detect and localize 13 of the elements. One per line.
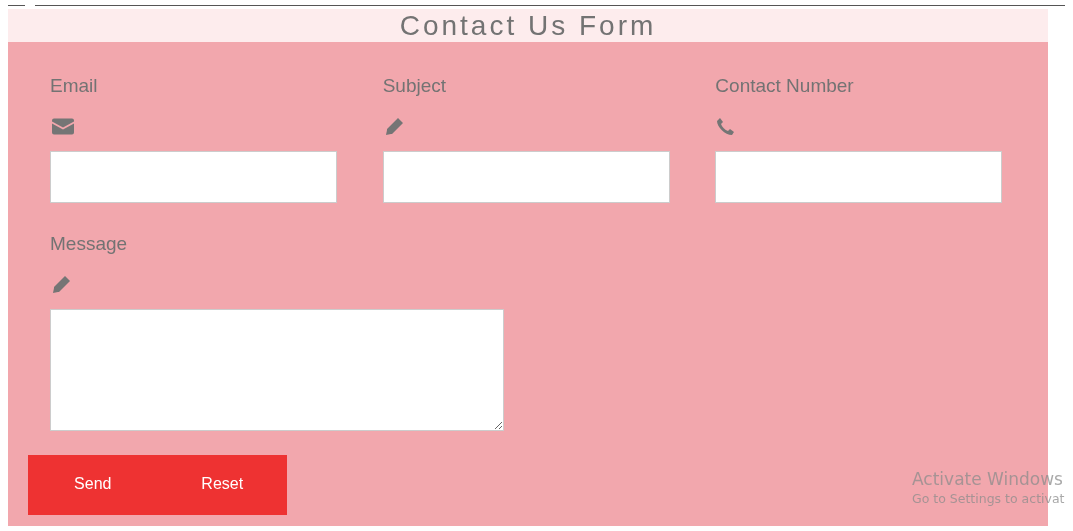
field-label: Email — [50, 75, 98, 97]
pencil-icon — [52, 275, 71, 294]
pencil-icon — [384, 117, 404, 136]
field-label: Message — [50, 233, 128, 255]
field-label: Contact Number — [715, 75, 854, 97]
envelope-icon — [52, 117, 74, 136]
field-label: Subject — [382, 75, 447, 97]
input-field[interactable] — [382, 151, 670, 203]
form-title: Contact Us Form — [399, 9, 657, 42]
input-field[interactable] — [715, 151, 1003, 203]
phone-icon — [717, 117, 735, 136]
input-field[interactable] — [50, 151, 337, 203]
message-field[interactable] — [50, 309, 504, 431]
